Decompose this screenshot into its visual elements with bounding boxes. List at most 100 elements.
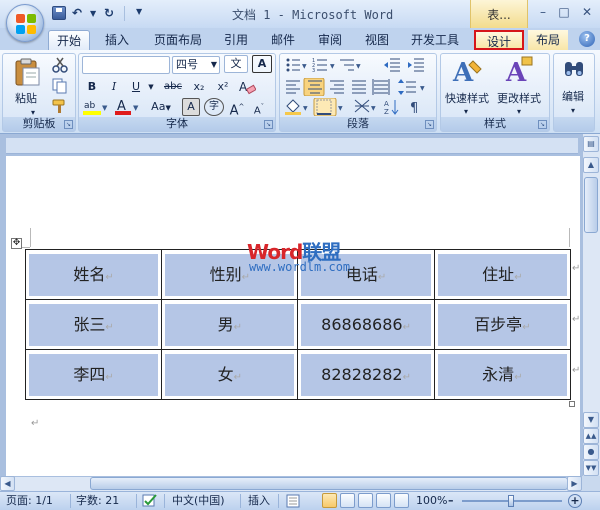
status-page[interactable]: 页面: 1/1 <box>6 494 53 508</box>
office-button[interactable] <box>6 4 44 42</box>
quick-styles-dropdown-icon[interactable]: ▾ <box>460 103 472 121</box>
tab-design[interactable]: 设计 <box>474 30 524 50</box>
tab-review[interactable]: 审阅 <box>312 30 348 50</box>
outline-view-icon[interactable] <box>376 493 391 508</box>
tab-developer[interactable]: 开发工具 <box>405 30 465 50</box>
find-binoculars-icon[interactable] <box>562 58 586 82</box>
subscript-button[interactable]: x₂ <box>188 78 210 96</box>
table-cell[interactable]: 百步亭↵ <box>433 299 572 350</box>
zoom-slider-thumb[interactable] <box>508 495 514 507</box>
draft-view-icon[interactable] <box>394 493 409 508</box>
italic-button[interactable]: I <box>104 78 124 96</box>
scroll-down-icon[interactable]: ▼ <box>583 412 599 428</box>
next-page-icon[interactable]: ▼▼ <box>583 460 599 476</box>
table-resize-handle[interactable] <box>569 401 575 407</box>
font-name-box[interactable] <box>82 56 170 74</box>
underline-dropdown-icon[interactable]: ▼ <box>146 78 156 96</box>
char-shading-button[interactable]: A <box>182 98 200 116</box>
paragraph-mark: ↵ <box>105 271 114 283</box>
status-word-count[interactable]: 字数: 21 <box>76 494 119 508</box>
save-icon[interactable] <box>52 6 66 20</box>
previous-page-icon[interactable]: ▲▲ <box>583 428 599 444</box>
highlight-color-icon[interactable]: ab ▼ <box>82 98 108 116</box>
table-header-cell[interactable]: 姓名↵ <box>24 249 163 300</box>
zoom-in-button[interactable]: + <box>568 494 582 508</box>
table-cell[interactable]: 永清↵ <box>433 349 572 400</box>
customize-qat-icon[interactable]: ▼ <box>136 7 142 23</box>
font-launcher-icon[interactable]: ↘ <box>264 120 273 129</box>
change-styles-dropdown-icon[interactable]: ▾ <box>513 103 525 121</box>
svg-text:▼: ▼ <box>302 63 307 70</box>
strikethrough-button[interactable]: abc <box>160 78 186 96</box>
format-painter-icon[interactable] <box>52 98 68 114</box>
table-cell[interactable]: 张三↵ <box>24 299 163 350</box>
styles-launcher-icon[interactable]: ↘ <box>538 120 547 129</box>
cut-icon[interactable] <box>52 57 68 73</box>
minimize-button[interactable]: – <box>532 3 554 21</box>
quick-styles-icon[interactable]: A <box>451 55 485 87</box>
table-cell[interactable]: 男↵ <box>161 299 299 350</box>
vertical-scroll-thumb[interactable] <box>584 177 598 233</box>
table-header-cell[interactable]: 住址↵ <box>433 249 572 300</box>
tab-mailings[interactable]: 邮件 <box>265 30 301 50</box>
undo-dropdown-icon[interactable]: ▼ <box>90 9 96 25</box>
zoom-level[interactable]: 100% <box>416 494 447 508</box>
status-insert-mode[interactable]: 插入 <box>248 494 270 508</box>
clear-formatting-icon[interactable]: A <box>238 78 256 96</box>
close-button[interactable]: ✕ <box>576 3 598 21</box>
clipboard-launcher-icon[interactable]: ↘ <box>64 120 73 129</box>
paste-icon[interactable] <box>12 57 42 87</box>
web-layout-icon[interactable] <box>358 493 373 508</box>
cell-text: 86868686 <box>321 314 403 334</box>
editing-dropdown-icon[interactable]: ▾ <box>567 102 579 120</box>
table-cell[interactable]: 李四↵ <box>24 349 163 400</box>
undo-icon[interactable]: ↶ <box>72 6 82 22</box>
table-cell[interactable]: 82828282↵ <box>297 349 435 400</box>
restore-button[interactable]: □ <box>553 3 575 21</box>
scroll-right-icon[interactable]: ▶ <box>567 476 582 491</box>
scroll-up-icon[interactable]: ▲ <box>583 157 599 173</box>
table-move-handle-icon[interactable]: ✥ <box>11 238 22 249</box>
char-border-button[interactable]: A <box>252 55 272 73</box>
horizontal-scroll-thumb[interactable] <box>90 477 568 490</box>
tab-page-layout[interactable]: 页面布局 <box>148 30 208 50</box>
paste-dropdown-icon[interactable]: ▾ <box>27 104 39 122</box>
horizontal-ruler[interactable] <box>6 138 578 154</box>
grow-font-button[interactable]: A^ <box>228 98 246 118</box>
enclose-char-button[interactable]: 字 <box>204 98 224 116</box>
scroll-left-icon[interactable]: ◀ <box>0 476 15 491</box>
redo-icon[interactable]: ↻ <box>104 6 114 22</box>
tab-view[interactable]: 视图 <box>359 30 395 50</box>
macro-record-icon[interactable] <box>286 494 300 508</box>
status-separator <box>278 494 279 508</box>
font-size-box[interactable]: 四号 ▼ <box>172 56 220 74</box>
shrink-font-button[interactable]: Aˇ <box>250 98 268 116</box>
underline-button[interactable]: U <box>126 78 146 96</box>
tab-layout[interactable]: 布局 <box>528 30 568 50</box>
ruler-toggle-icon[interactable]: ▤ <box>583 136 599 152</box>
copy-icon[interactable] <box>52 78 68 94</box>
help-icon[interactable]: ? <box>579 31 595 47</box>
select-browse-object-icon[interactable]: ● <box>583 444 599 460</box>
table-cell[interactable]: 86868686↵ <box>297 299 435 350</box>
superscript-button[interactable]: x² <box>212 78 234 96</box>
full-screen-reading-icon[interactable] <box>340 493 355 508</box>
svg-text:▼: ▼ <box>356 63 361 70</box>
font-size-dropdown-icon[interactable]: ▼ <box>211 57 217 73</box>
font-color-icon[interactable]: A ▼ <box>114 98 140 116</box>
tab-references[interactable]: 引用 <box>218 30 254 50</box>
change-styles-icon[interactable]: A <box>502 55 536 87</box>
print-layout-view-icon[interactable] <box>322 493 337 508</box>
paragraph-launcher-icon[interactable]: ↘ <box>425 120 434 129</box>
wen-format-button[interactable]: 文 <box>224 55 248 73</box>
bold-button[interactable]: B <box>82 78 102 96</box>
tab-insert[interactable]: 插入 <box>98 30 136 50</box>
change-case-button[interactable]: Aa▼ <box>146 98 176 116</box>
multilevel-list-icon <box>340 59 354 71</box>
tab-home[interactable]: 开始 <box>48 30 90 50</box>
status-language[interactable]: 中文(中国) <box>172 494 225 508</box>
proofing-icon[interactable] <box>142 493 158 508</box>
svg-text:Z: Z <box>384 108 389 116</box>
zoom-out-button[interactable]: – <box>448 494 454 508</box>
table-cell[interactable]: 女↵ <box>161 349 299 400</box>
